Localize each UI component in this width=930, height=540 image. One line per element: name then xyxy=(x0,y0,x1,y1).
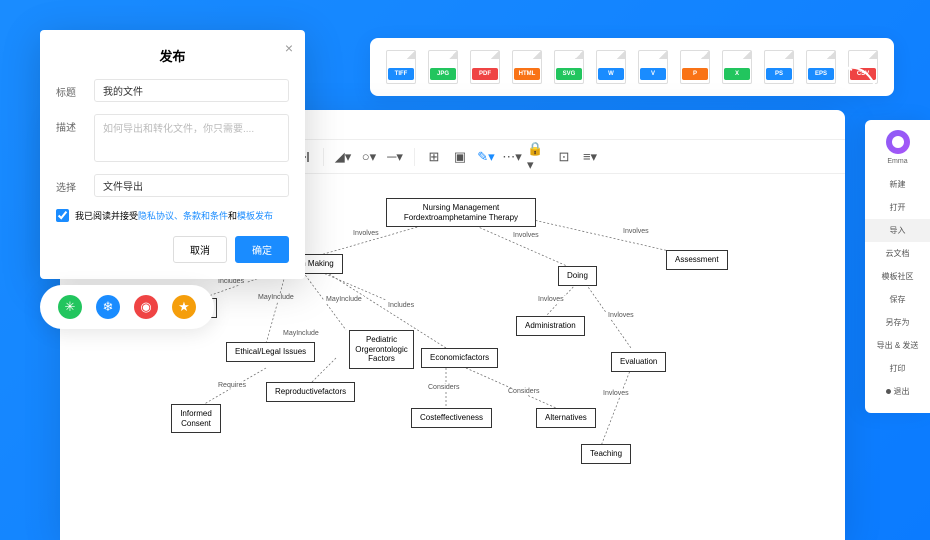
sidebar-item-open[interactable]: 打开 xyxy=(865,196,930,219)
format-html[interactable]: HTML xyxy=(512,50,542,84)
format-pdf[interactable]: PDF xyxy=(470,50,500,84)
tool-stroke-icon[interactable]: ─▾ xyxy=(384,146,406,168)
dialog-title: 发布 xyxy=(56,46,289,65)
title-label: 标题 xyxy=(56,79,84,99)
publish-dialog: × 发布 标题 描述 如何导出和转化文件，你只需要.... 选择 我已阅读并接受… xyxy=(40,30,305,279)
tool-pen-icon[interactable]: ✎▾ xyxy=(475,146,497,168)
node-doing[interactable]: Doing xyxy=(558,266,597,286)
sidebar: Emma 新建 打开 导入 云文档 模板社区 保存 另存为 导出 & 发送 打印… xyxy=(865,120,930,413)
sidebar-item-cloud[interactable]: 云文档 xyxy=(865,242,930,265)
desc-input[interactable]: 如何导出和转化文件，你只需要.... xyxy=(94,114,289,162)
tool-dash-icon[interactable]: ⋯▾ xyxy=(501,146,523,168)
select-input[interactable] xyxy=(94,174,289,197)
select-label: 选择 xyxy=(56,174,84,194)
format-bar: TIFF JPG PDF HTML SVG W V P X PS EPS CSV xyxy=(370,38,894,96)
node-informed[interactable]: Informed Consent xyxy=(171,404,221,433)
format-word[interactable]: W xyxy=(596,50,626,84)
format-excel[interactable]: X xyxy=(722,50,752,84)
desc-label: 描述 xyxy=(56,114,84,134)
edge-considers-2: Considers xyxy=(506,388,542,395)
consent-row: 我已阅读并接受隐私协议、条款和条件和模板发布 xyxy=(56,209,289,222)
weibo-icon[interactable]: ◉ xyxy=(134,295,158,319)
template-link[interactable]: 模板发布 xyxy=(237,211,273,221)
edge-mayinclude-1: MayInclude xyxy=(256,294,296,301)
share-bar: ✳ ❄ ◉ ★ xyxy=(40,285,214,329)
format-tiff[interactable]: TIFF xyxy=(386,50,416,84)
privacy-link[interactable]: 隐私协议、条款和条件 xyxy=(138,211,228,221)
sidebar-item-import[interactable]: 导入 xyxy=(865,219,930,242)
node-ethical[interactable]: Ethical/Legal Issues xyxy=(226,342,315,362)
cancel-button[interactable]: 取消 xyxy=(173,236,227,263)
consent-checkbox[interactable] xyxy=(56,209,69,222)
edge-invloves-3: Invloves xyxy=(601,390,631,397)
node-admin[interactable]: Administration xyxy=(516,316,585,336)
tool-lock-icon[interactable]: 🔒▾ xyxy=(527,146,549,168)
edge-includes-1: Includes xyxy=(216,278,246,285)
edge-mayinclude-3: MayInclude xyxy=(281,330,321,337)
consent-text: 我已阅读并接受隐私协议、条款和条件和模板发布 xyxy=(75,209,273,222)
format-ppt[interactable]: P xyxy=(680,50,710,84)
qq-icon[interactable]: ❄ xyxy=(96,295,120,319)
favorite-icon[interactable]: ★ xyxy=(172,295,196,319)
node-economic[interactable]: Economicfactors xyxy=(421,348,498,368)
edge-invloves-1: Invloves xyxy=(536,296,566,303)
edge-requires: Requires xyxy=(216,382,248,389)
tool-layers-icon[interactable]: ≡▾ xyxy=(579,146,601,168)
tool-bucket-icon[interactable]: ◢▾ xyxy=(332,146,354,168)
format-visio[interactable]: V xyxy=(638,50,668,84)
sidebar-item-new[interactable]: 新建 xyxy=(865,173,930,196)
sidebar-item-saveas[interactable]: 另存为 xyxy=(865,311,930,334)
node-assessment[interactable]: Assessment xyxy=(666,250,728,270)
edge-involves-3: Involves xyxy=(621,228,651,235)
tool-shape-icon[interactable]: ○▾ xyxy=(358,146,380,168)
user-name: Emma xyxy=(865,158,930,165)
node-alternatives[interactable]: Alternatives xyxy=(536,408,596,428)
format-jpg[interactable]: JPG xyxy=(428,50,458,84)
sidebar-item-exit[interactable]: 退出 xyxy=(865,380,930,403)
sidebar-item-templates[interactable]: 模板社区 xyxy=(865,265,930,288)
wechat-icon[interactable]: ✳ xyxy=(58,295,82,319)
edge-considers-1: Considers xyxy=(426,384,462,391)
avatar[interactable] xyxy=(886,130,910,154)
sidebar-item-export[interactable]: 导出 & 发送 xyxy=(865,334,930,357)
edge-involves-1: Involves xyxy=(351,230,381,237)
edge-includes-2: Includes xyxy=(386,302,416,309)
format-ps[interactable]: PS xyxy=(764,50,794,84)
sidebar-item-print[interactable]: 打印 xyxy=(865,357,930,380)
title-input[interactable] xyxy=(94,79,289,102)
edge-invloves-2: Invloves xyxy=(606,312,636,319)
arrow-decoration xyxy=(842,60,882,100)
close-icon[interactable]: × xyxy=(285,40,293,56)
node-root[interactable]: Nursing Management Fordextroamphetamine … xyxy=(386,198,536,227)
node-cost[interactable]: Costeffectiveness xyxy=(411,408,492,428)
sidebar-item-save[interactable]: 保存 xyxy=(865,288,930,311)
node-pediatric[interactable]: Pediatric Orgerontologic Factors xyxy=(349,330,414,369)
edge-mayinclude-2: MayInclude xyxy=(324,296,364,303)
tool-image-icon[interactable]: ▣ xyxy=(449,146,471,168)
format-svg[interactable]: SVG xyxy=(554,50,584,84)
node-teaching[interactable]: Teaching xyxy=(581,444,631,464)
node-reproductive[interactable]: Reproductivefactors xyxy=(266,382,355,402)
edge-involves-2: Involves xyxy=(511,232,541,239)
tool-crop-icon[interactable]: ⊡ xyxy=(553,146,575,168)
node-evaluation[interactable]: Evaluation xyxy=(611,352,666,372)
confirm-button[interactable]: 确定 xyxy=(235,236,289,263)
tool-grid-icon[interactable]: ⊞ xyxy=(423,146,445,168)
format-eps[interactable]: EPS xyxy=(806,50,836,84)
